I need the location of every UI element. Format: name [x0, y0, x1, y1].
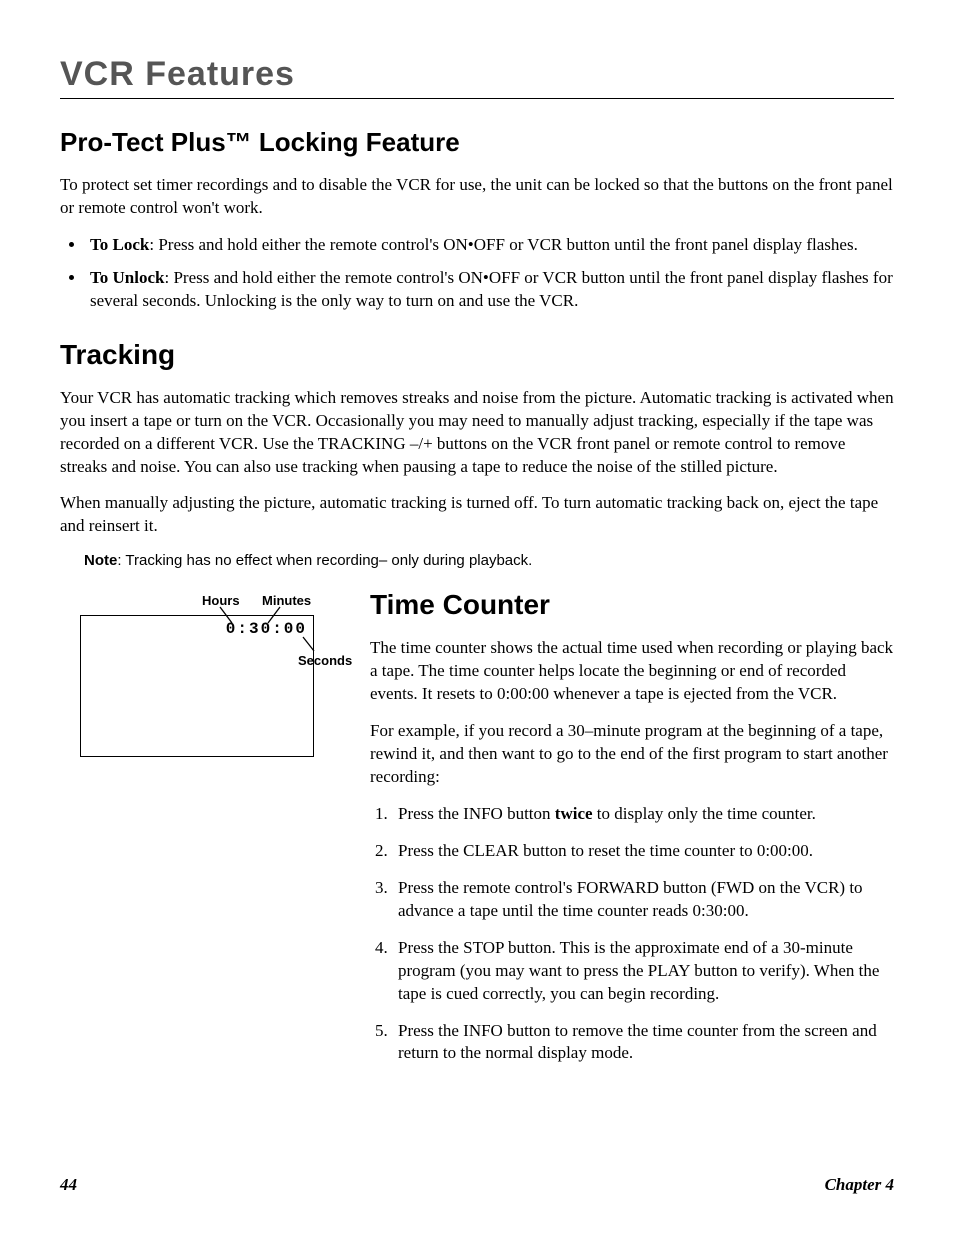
step1-b: twice [555, 804, 593, 823]
bullet-unlock: To Unlock: Press and hold either the rem… [86, 267, 894, 313]
timecounter-p2: For example, if you record a 30–minute p… [370, 720, 894, 789]
protect-intro: To protect set timer recordings and to d… [60, 174, 894, 220]
diagram-column: Hours Minutes Seconds 0:30:00 [60, 589, 340, 1079]
section-heading-timecounter: Time Counter [370, 589, 894, 621]
bullet-unlock-label: To Unlock [90, 268, 164, 287]
section-heading-tracking: Tracking [60, 339, 894, 371]
header-rule [60, 98, 894, 99]
note-text: : Tracking has no effect when recording–… [117, 552, 532, 569]
step1-a: Press the INFO button [398, 804, 555, 823]
tracking-p1: Your VCR has automatic tracking which re… [60, 387, 894, 479]
time-counter-row: Hours Minutes Seconds 0:30:00 Time Count… [60, 589, 894, 1079]
page-number: 44 [60, 1175, 77, 1195]
step1-c: to display only the time counter. [593, 804, 816, 823]
bullet-lock-text: : Press and hold either the remote contr… [149, 235, 857, 254]
step-2: Press the CLEAR button to reset the time… [392, 840, 894, 863]
counter-diagram: Hours Minutes Seconds 0:30:00 [60, 593, 340, 783]
section-heading-protect: Pro-Tect Plus™ Locking Feature [60, 127, 894, 158]
step-3: Press the remote control's FORWARD butto… [392, 877, 894, 923]
bullet-lock-label: To Lock [90, 235, 149, 254]
time-counter-text: Time Counter The time counter shows the … [370, 589, 894, 1079]
chapter-label: Chapter 4 [825, 1175, 894, 1195]
note-label: Note [84, 552, 117, 569]
leader-lines [80, 615, 314, 675]
page-footer: 44 Chapter 4 [60, 1175, 894, 1195]
page: VCR Features Pro-Tect Plus™ Locking Feat… [0, 0, 954, 1235]
step-5: Press the INFO button to remove the time… [392, 1020, 894, 1066]
step-4: Press the STOP button. This is the appro… [392, 937, 894, 1006]
bullet-lock: To Lock: Press and hold either the remot… [86, 234, 894, 257]
tracking-note: Note: Tracking has no effect when record… [84, 552, 894, 569]
tracking-p2: When manually adjusting the picture, aut… [60, 492, 894, 538]
chapter-title: VCR Features [60, 55, 894, 94]
bullet-unlock-text: : Press and hold either the remote contr… [90, 268, 893, 310]
label-hours: Hours [202, 593, 240, 608]
step-1: Press the INFO button twice to display o… [392, 803, 894, 826]
timecounter-p1: The time counter shows the actual time u… [370, 637, 894, 706]
protect-bullets: To Lock: Press and hold either the remot… [60, 234, 894, 313]
label-minutes: Minutes [262, 593, 311, 608]
timecounter-steps: Press the INFO button twice to display o… [370, 803, 894, 1065]
